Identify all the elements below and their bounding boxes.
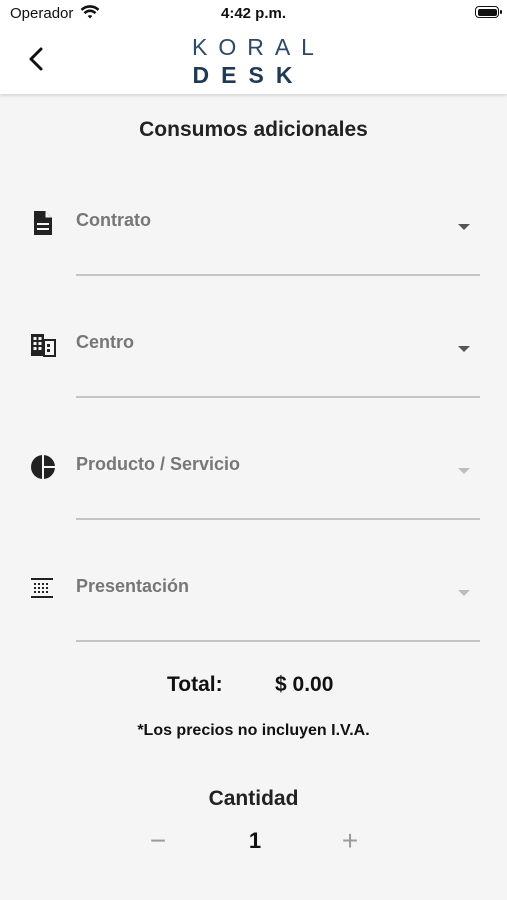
clock: 4:42 p.m. xyxy=(220,5,287,22)
producto-servicio-label: Producto / Servicio xyxy=(76,454,241,474)
total-value: $ 0.00 xyxy=(275,673,334,696)
contrato-label: Contrato xyxy=(76,210,151,230)
presentacion-select[interactable]: Presentación xyxy=(0,576,507,686)
quantity-value: 1 xyxy=(248,828,262,853)
field-underline xyxy=(76,518,480,520)
building-icon xyxy=(30,332,56,358)
quantity-label: Cantidad xyxy=(208,787,299,810)
centro-select[interactable]: Centro xyxy=(0,332,507,442)
document-icon xyxy=(30,210,56,236)
logo-line-2: DESK xyxy=(192,62,305,88)
field-underline xyxy=(76,274,480,276)
logo-line-1: KORAL xyxy=(192,34,325,60)
field-underline xyxy=(76,396,480,398)
app-header: KORAL DESK xyxy=(0,28,507,94)
contrato-select[interactable]: Contrato xyxy=(0,210,507,320)
page-title: Consumos adicionales xyxy=(139,118,368,141)
total-label: Total: xyxy=(167,673,223,696)
increment-button[interactable]: + xyxy=(336,826,364,856)
pie-chart-icon xyxy=(30,454,56,480)
chevron-down-icon xyxy=(458,224,470,230)
chevron-down-icon xyxy=(458,468,470,474)
battery-icon xyxy=(475,6,502,18)
status-bar: Operador 4:42 p.m. xyxy=(0,0,507,28)
chevron-down-icon xyxy=(458,590,470,596)
presentacion-label: Presentación xyxy=(76,576,190,596)
grid-list-icon xyxy=(30,576,56,602)
tax-note: *Los precios no incluyen I.V.A. xyxy=(137,722,370,739)
producto-servicio-select[interactable]: Producto / Servicio xyxy=(0,454,507,564)
centro-label: Centro xyxy=(76,332,134,352)
field-underline xyxy=(76,640,480,642)
decrement-button[interactable]: − xyxy=(145,826,171,856)
chevron-down-icon xyxy=(458,346,470,352)
